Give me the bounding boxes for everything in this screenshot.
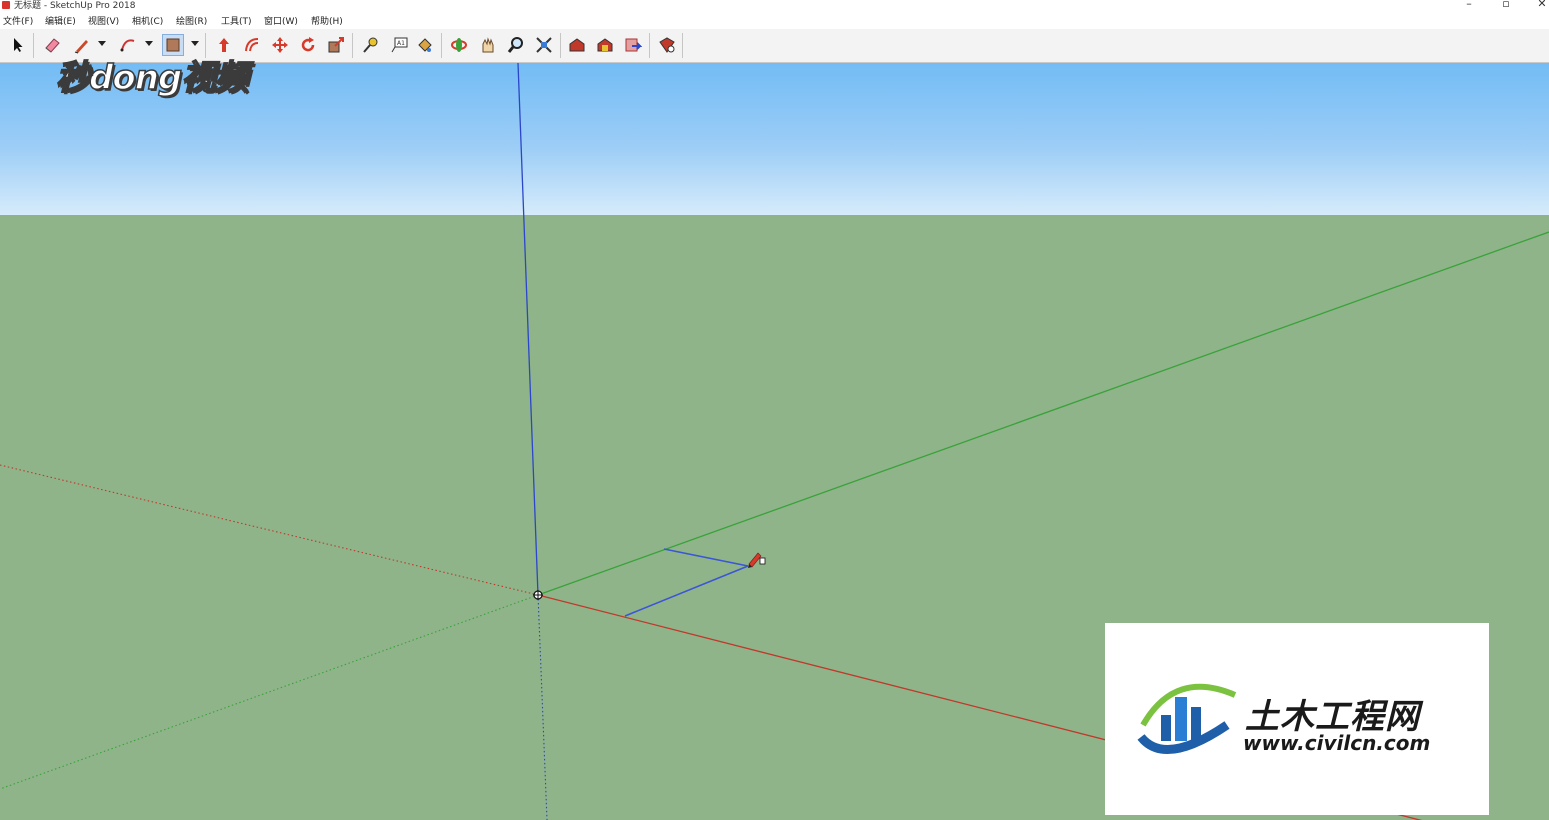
paint-bucket-tool-button[interactable]	[414, 34, 436, 56]
tape-measure-tool-button[interactable]	[360, 34, 382, 56]
site-url: www.civilcn.com	[1243, 731, 1431, 755]
paint-bucket-icon	[418, 38, 432, 52]
toolbar-separator	[33, 33, 34, 58]
zoom-icon	[507, 37, 523, 53]
dropdown-arrow-icon[interactable]	[145, 41, 153, 47]
text-icon: A1	[391, 37, 408, 53]
green-axis-positive	[537, 231, 1549, 596]
svg-text:A1: A1	[397, 40, 405, 47]
site-watermark: 土木工程网 www.civilcn.com	[1105, 623, 1489, 815]
video-watermark-logo: 秒dong视频	[55, 57, 249, 99]
scale-icon	[328, 37, 344, 53]
building-logo-icon	[1137, 683, 1237, 754]
menu-camera[interactable]: 相机(C)	[132, 14, 163, 27]
blue-axis-positive	[517, 63, 539, 596]
send-to-layout-button[interactable]	[622, 34, 644, 56]
menu-tools[interactable]: 工具(T)	[221, 14, 252, 27]
pan-tool-button[interactable]	[477, 34, 499, 56]
select-arrow-icon	[14, 38, 23, 52]
dropdown-arrow-icon[interactable]	[98, 41, 106, 47]
title-bar: 无标题 - SketchUp Pro 2018 – ▫ ✕	[0, 0, 1549, 12]
drawn-edge[interactable]	[624, 565, 749, 617]
extension-manager-button[interactable]	[656, 34, 678, 56]
tape-measure-icon	[363, 37, 378, 53]
toolbar-separator	[441, 33, 442, 58]
drawn-edge[interactable]	[663, 548, 749, 567]
send-to-layout-icon	[625, 38, 642, 52]
scale-tool-button[interactable]	[325, 34, 347, 56]
rotate-icon	[301, 37, 315, 52]
rotate-tool-button[interactable]	[297, 34, 319, 56]
toolbar-separator	[352, 33, 353, 58]
select-tool-button[interactable]	[7, 34, 29, 56]
extension-manager-icon	[659, 37, 675, 53]
orbit-tool-button[interactable]	[448, 34, 470, 56]
menu-bar: 文件(F) 编辑(E) 视图(V) 相机(C) 绘图(R) 工具(T) 窗口(W…	[0, 12, 1549, 29]
menu-file[interactable]: 文件(F)	[3, 14, 33, 27]
extension-warehouse-icon	[597, 38, 613, 52]
zoom-extents-tool-button[interactable]	[533, 34, 555, 56]
dropdown-arrow-icon[interactable]	[191, 41, 199, 47]
sketchup-logo-icon	[2, 1, 10, 9]
toolbar-separator	[649, 33, 650, 58]
text-tool-button[interactable]: A1	[389, 34, 411, 56]
minimize-button[interactable]: –	[1459, 0, 1479, 10]
menu-window[interactable]: 窗口(W)	[264, 14, 298, 27]
pencil-cursor-icon	[748, 552, 766, 568]
pan-icon	[482, 37, 494, 53]
toolbar-separator	[560, 33, 561, 58]
orbit-icon	[451, 38, 467, 52]
blue-axis-negative	[537, 594, 548, 820]
zoom-tool-button[interactable]	[505, 34, 527, 56]
window-title: 无标题 - SketchUp Pro 2018	[14, 1, 136, 11]
move-tool-button[interactable]	[269, 34, 291, 56]
warehouse-icon	[569, 38, 585, 52]
menu-view[interactable]: 视图(V)	[88, 14, 119, 27]
extension-warehouse-button[interactable]	[594, 34, 616, 56]
close-button[interactable]: ✕	[1532, 0, 1549, 10]
menu-edit[interactable]: 编辑(E)	[45, 14, 76, 27]
red-axis-negative	[0, 464, 539, 596]
green-axis-negative	[0, 594, 539, 790]
menu-draw[interactable]: 绘图(R)	[176, 14, 207, 27]
warehouse-button[interactable]	[566, 34, 588, 56]
move-icon	[272, 37, 288, 53]
maximize-button[interactable]: ▫	[1496, 0, 1516, 10]
origin-marker	[533, 590, 543, 600]
toolbar-separator	[682, 33, 683, 58]
menu-help[interactable]: 帮助(H)	[311, 14, 343, 27]
zoom-extents-icon	[536, 37, 552, 53]
